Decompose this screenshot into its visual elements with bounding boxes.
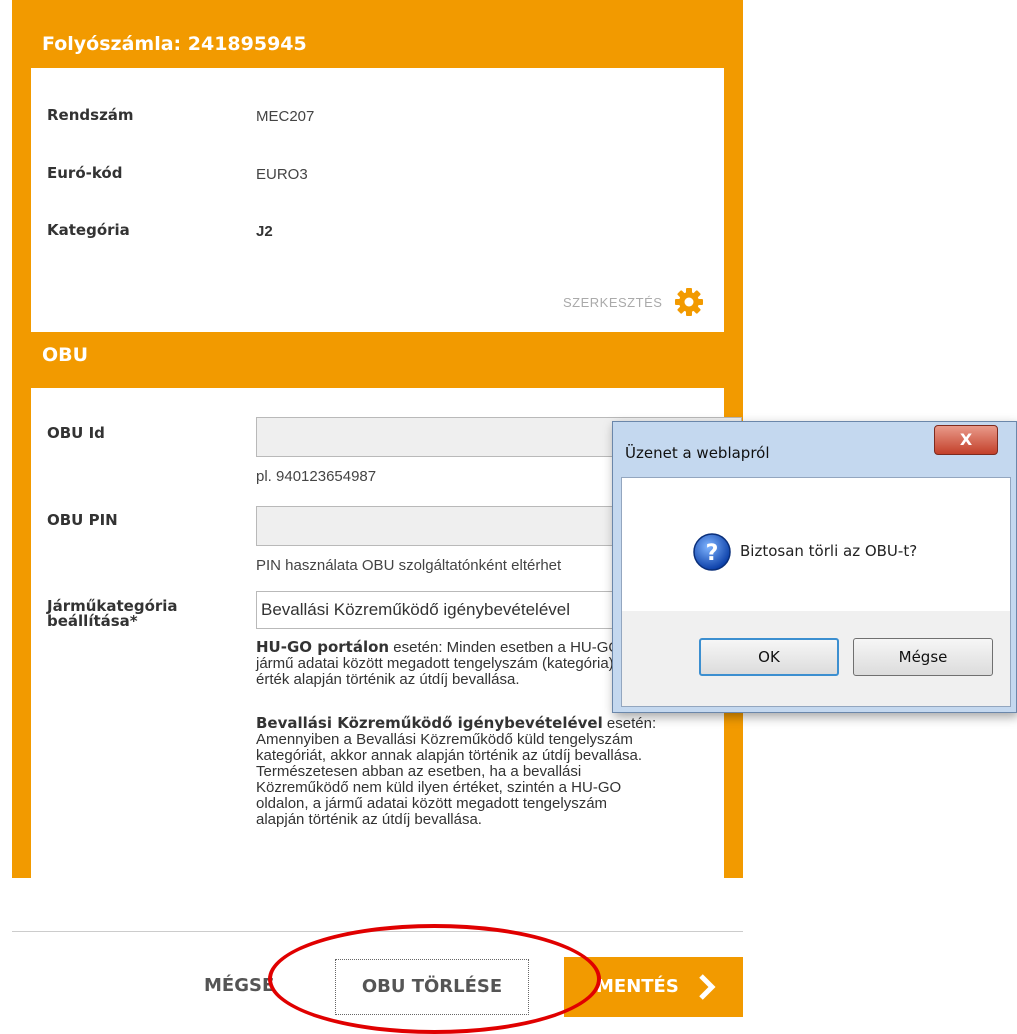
- svg-text:?: ?: [706, 541, 719, 566]
- obu-id-label: OBU Id: [47, 424, 105, 442]
- gear-icon[interactable]: [674, 287, 704, 317]
- desc2-line4: Természetesen abban az esetben, ha a bev…: [256, 763, 582, 780]
- desc2-line5: Közreműködő nem küld ilyen értéket, szin…: [256, 779, 622, 796]
- dialog-message: Biztosan törli az OBU-t?: [740, 542, 918, 560]
- save-button-label[interactable]: MENTÉS: [596, 976, 679, 997]
- desc2-line2: Amennyiben a Bevallási Közreműködő küld …: [256, 731, 633, 748]
- question-icon: ?: [693, 533, 731, 571]
- dialog-close-button[interactable]: X: [934, 425, 998, 455]
- vehicle-category-setting-label: Járműkategória beállítása*: [47, 599, 178, 629]
- account-title: Folyószámla: 241895945: [42, 33, 307, 55]
- hugo-portal-bold: HU-GO portálon: [256, 638, 390, 656]
- cancel-button[interactable]: MÉGSE: [204, 975, 274, 996]
- declaration-partner-description: Bevallási Közreműködő igénybevételével e…: [256, 715, 742, 828]
- obu-pin-label: OBU PIN: [47, 511, 118, 529]
- footer-divider: [12, 931, 743, 932]
- category-label: Kategória: [47, 221, 130, 239]
- vehicle-category-label-line2: beállítása*: [47, 612, 138, 630]
- dialog-body: ? Biztosan törli az OBU-t? OK Mégse: [621, 477, 1011, 707]
- obu-id-hint: pl. 940123654987: [256, 468, 377, 485]
- euro-code-label: Euró-kód: [47, 164, 123, 182]
- desc2-line1: esetén:: [602, 715, 657, 732]
- plate-value: MEC207: [256, 108, 315, 125]
- delete-obu-button[interactable]: OBU TÖRLÉSE: [335, 959, 529, 1015]
- save-button[interactable]: MENTÉS: [564, 957, 743, 1017]
- chevron-right-icon[interactable]: [694, 974, 720, 1000]
- desc2-line3: kategóriát, akkor annak alapján történik…: [256, 747, 643, 764]
- dialog-ok-button[interactable]: OK: [699, 638, 839, 676]
- confirm-dialog: Üzenet a weblapról X ? Biztosan törli az…: [612, 421, 1017, 713]
- edit-link[interactable]: SZERKESZTÉS: [563, 287, 704, 317]
- obu-section-title: OBU: [42, 344, 89, 366]
- euro-code-value: EURO3: [256, 166, 308, 183]
- edit-label[interactable]: SZERKESZTÉS: [563, 295, 662, 310]
- desc2-line6: oldalon, a jármű adatai között megadott …: [256, 795, 608, 812]
- dialog-title: Üzenet a weblapról: [625, 444, 770, 462]
- plate-label: Rendszám: [47, 106, 134, 124]
- account-header: Folyószámla: 241895945: [12, 0, 743, 68]
- obu-section-header: OBU: [12, 332, 743, 388]
- desc2-line7: alapján történik az útdíj bevallása.: [256, 811, 482, 828]
- declaration-partner-bold: Bevallási Közreműködő igénybevételével: [256, 714, 603, 732]
- dialog-cancel-button[interactable]: Mégse: [853, 638, 993, 676]
- category-value: J2: [256, 223, 273, 240]
